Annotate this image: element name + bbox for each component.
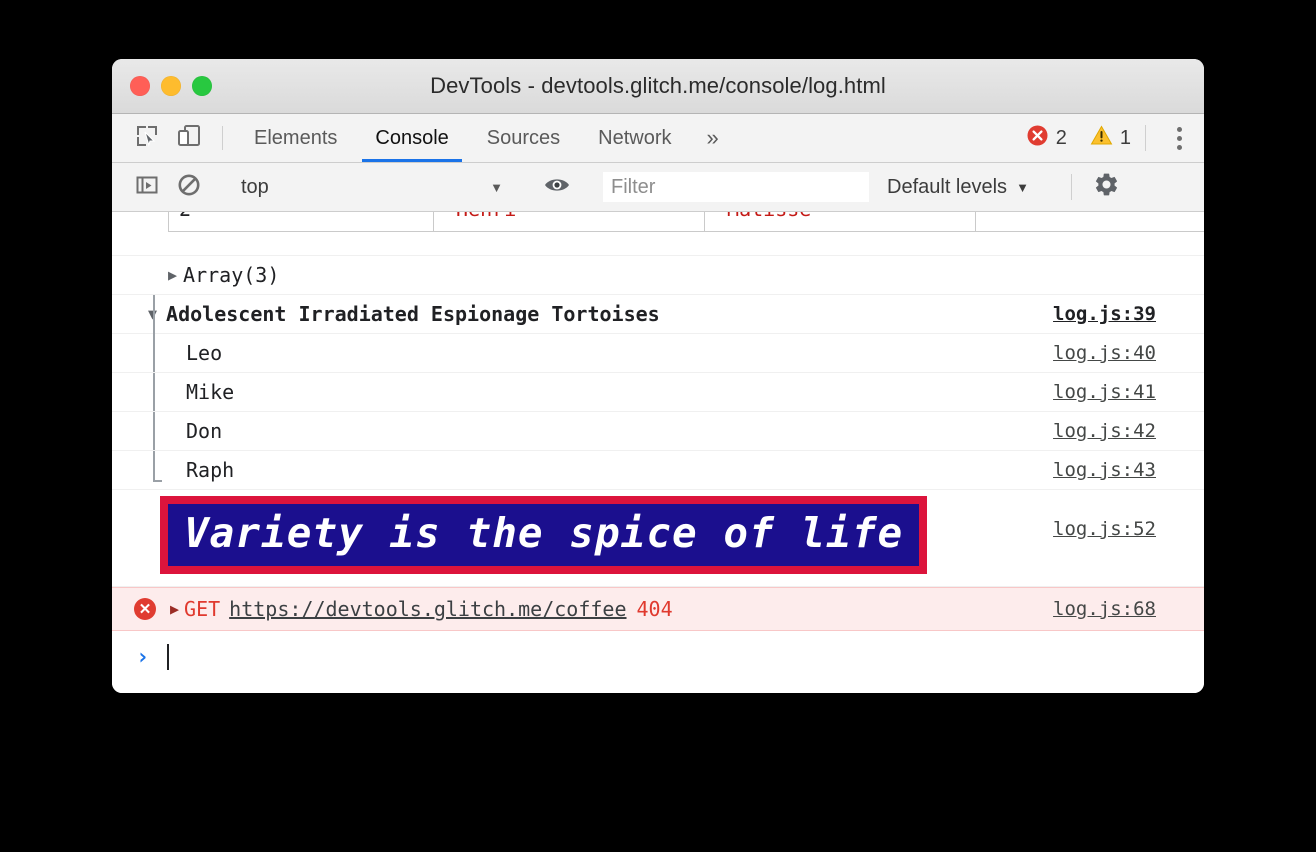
- list-item-label: Don: [186, 419, 222, 443]
- prompt-caret-icon: ›: [136, 645, 149, 670]
- table-row: 2 "Henri" "Matisse": [169, 212, 1205, 232]
- clear-console-icon: [177, 173, 201, 202]
- styled-banner-host: Variety is the spice of life: [112, 490, 927, 580]
- kebab-dot: [1177, 145, 1182, 150]
- traffic-lights: [130, 76, 212, 96]
- settings-button[interactable]: [1086, 171, 1128, 203]
- array-label: Array(3): [183, 263, 279, 287]
- filter-input[interactable]: [603, 172, 869, 202]
- source-link[interactable]: log.js:40: [1053, 342, 1156, 364]
- execution-context-selector[interactable]: top ▼: [235, 176, 511, 199]
- chevron-right-icon[interactable]: ▶: [170, 600, 179, 618]
- console-group: ▼Adolescent Irradiated Espionage Tortois…: [112, 295, 1204, 490]
- filterbar-divider: [1071, 174, 1072, 200]
- request-method: GET: [184, 597, 220, 621]
- table-cell-empty: [976, 212, 1205, 232]
- inspect-element-icon: [134, 123, 160, 154]
- console-sidebar-icon: [135, 173, 159, 202]
- source-link[interactable]: log.js:68: [1053, 598, 1156, 620]
- log-levels-selector[interactable]: Default levels ▼: [887, 176, 1029, 199]
- log-levels-label: Default levels: [887, 176, 1007, 199]
- close-window-button[interactable]: [130, 76, 150, 96]
- inspect-element-button[interactable]: [126, 114, 168, 162]
- window-title: DevTools - devtools.glitch.me/console/lo…: [112, 73, 1204, 99]
- table-cell-index: 2: [169, 212, 434, 232]
- console-filter-toolbar: top ▼ Default levels ▼: [112, 163, 1204, 212]
- more-tabs-button[interactable]: »: [691, 114, 735, 162]
- table-cell-lastname: "Matisse": [705, 212, 976, 232]
- console-table-message: 2 "Henri" "Matisse": [112, 212, 1204, 256]
- list-item-label: Raph: [186, 458, 234, 482]
- tab-network[interactable]: Network: [579, 114, 690, 162]
- panel-tabs: Elements Console Sources Network »: [235, 114, 735, 162]
- console-group-item: Mike log.js:41: [112, 373, 1204, 412]
- live-expression-button[interactable]: [536, 173, 578, 202]
- console-array-message[interactable]: ▶ Array(3): [112, 256, 1204, 295]
- more-options-kebab-icon[interactable]: [1160, 127, 1198, 150]
- kebab-dot: [1177, 136, 1182, 141]
- tab-console[interactable]: Console: [356, 114, 467, 162]
- maximize-window-button[interactable]: [192, 76, 212, 96]
- table-cell-firstname: "Henri": [434, 212, 705, 232]
- clear-console-button[interactable]: [168, 173, 210, 202]
- console-group-title: Adolescent Irradiated Espionage Tortoise…: [166, 302, 660, 326]
- error-count: 2: [1056, 127, 1067, 150]
- list-item-label: Leo: [186, 341, 222, 365]
- source-link[interactable]: log.js:42: [1053, 420, 1156, 442]
- live-expression-eye-icon: [543, 173, 571, 202]
- chevron-down-icon: ▼: [490, 180, 503, 195]
- source-link[interactable]: log.js:39: [1053, 303, 1156, 325]
- warning-count: 1: [1120, 127, 1131, 150]
- console-prompt-row[interactable]: ›: [112, 631, 1204, 683]
- execution-context-value: top: [241, 176, 269, 199]
- kebab-dot: [1177, 127, 1182, 132]
- tab-elements[interactable]: Elements: [235, 114, 356, 162]
- console-group-item: Raph log.js:43: [112, 451, 1204, 490]
- error-circle-icon: ✕: [134, 598, 156, 620]
- text-cursor: [167, 644, 169, 670]
- console-error-message[interactable]: ✕ ▶ GET https://devtools.glitch.me/coffe…: [112, 587, 1204, 631]
- device-toolbar-button[interactable]: [168, 114, 210, 162]
- toolbar-divider: [222, 126, 223, 150]
- chevron-down-icon: ▼: [1016, 180, 1029, 195]
- tab-sources[interactable]: Sources: [468, 114, 579, 162]
- console-group-item: Leo log.js:40: [112, 334, 1204, 373]
- console-styled-message: Variety is the spice of life log.js:52: [112, 490, 1204, 587]
- list-item-label: Mike: [186, 380, 234, 404]
- settings-gear-icon: [1093, 171, 1120, 203]
- source-link[interactable]: log.js:52: [1053, 518, 1156, 540]
- console-group-header[interactable]: ▼Adolescent Irradiated Espionage Tortois…: [112, 295, 1204, 334]
- tabbar-divider: [1145, 125, 1146, 151]
- device-toolbar-icon: [176, 123, 202, 154]
- error-circle-icon: [1026, 124, 1049, 153]
- minimize-window-button[interactable]: [161, 76, 181, 96]
- devtools-tabbar: Elements Console Sources Network » 2: [112, 114, 1204, 163]
- response-status-code: 404: [637, 597, 673, 621]
- styled-banner-text: Variety is the spice of life: [160, 496, 927, 574]
- console-sidebar-button[interactable]: [126, 173, 168, 202]
- source-link[interactable]: log.js:41: [1053, 381, 1156, 403]
- warning-triangle-icon: [1090, 124, 1113, 153]
- request-url-link[interactable]: https://devtools.glitch.me/coffee: [229, 597, 626, 621]
- issue-counts[interactable]: 2 1: [1026, 124, 1131, 153]
- tabbar-right-controls: 2 1: [1026, 114, 1204, 162]
- devtools-window: DevTools - devtools.glitch.me/console/lo…: [112, 59, 1204, 693]
- chevron-right-icon[interactable]: ▶: [168, 266, 177, 284]
- console-group-item: Don log.js:42: [112, 412, 1204, 451]
- source-link[interactable]: log.js:43: [1053, 459, 1156, 481]
- console-messages-area[interactable]: 2 "Henri" "Matisse" ▶ Array(3) ▼Adolesce…: [112, 212, 1204, 693]
- console-table: 2 "Henri" "Matisse": [168, 212, 1204, 232]
- window-titlebar: DevTools - devtools.glitch.me/console/lo…: [112, 59, 1204, 114]
